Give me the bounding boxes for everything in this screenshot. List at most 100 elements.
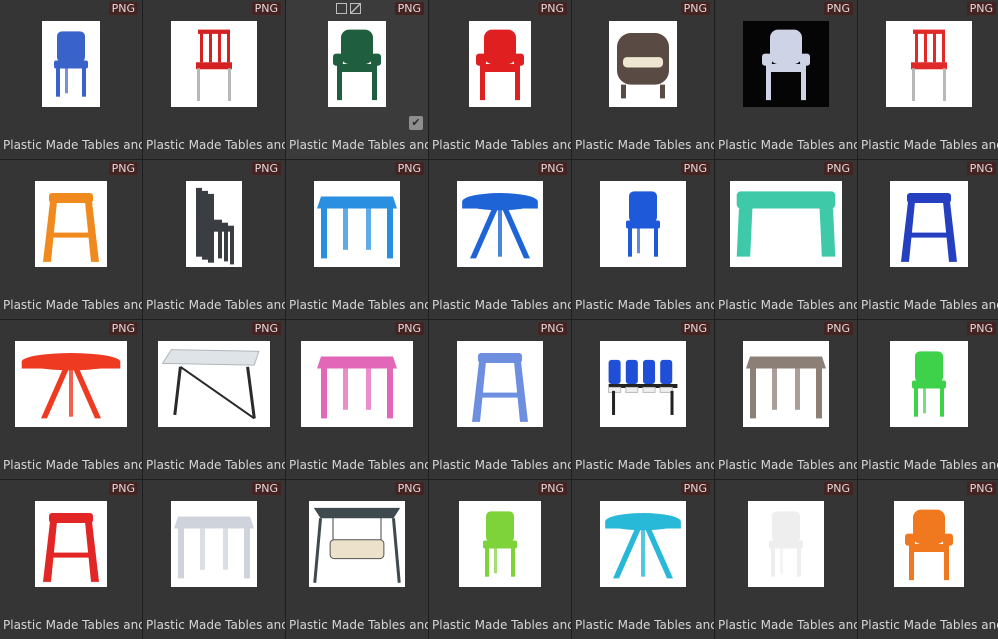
thumbnail-tile[interactable]: PNG Plastic Made Tables and ... bbox=[429, 320, 571, 479]
thumbnail-caption: Plastic Made Tables and ... bbox=[432, 298, 571, 312]
thumbnail-tile[interactable]: PNG Plastic Made Tables and ... bbox=[286, 480, 428, 639]
png-badge: PNG bbox=[680, 322, 710, 335]
thumbnail-image[interactable] bbox=[894, 501, 964, 587]
png-badge: PNG bbox=[966, 482, 996, 495]
thumbnail-caption: Plastic Made Tables and ... bbox=[146, 298, 285, 312]
thumbnail-tile[interactable]: PNG Plastic Made Tables and ... bbox=[715, 480, 857, 639]
thumbnail-image[interactable] bbox=[457, 181, 543, 267]
thumbnail-tile[interactable]: PNG Plastic Made Tables and ... bbox=[0, 480, 142, 639]
thumbnail-image[interactable] bbox=[314, 181, 400, 267]
thumbnail-tile[interactable]: PNG Plastic Made Tables and ... bbox=[572, 0, 714, 159]
thumbnail-tile[interactable]: PNG Plastic Made Tables and ... bbox=[715, 0, 857, 159]
select-checkbox-icon[interactable]: ✔ bbox=[409, 116, 423, 130]
thumbnail-image[interactable] bbox=[158, 341, 270, 427]
thumbnail-caption: Plastic Made Tables and ... bbox=[575, 618, 714, 632]
png-badge: PNG bbox=[537, 482, 567, 495]
thumbnail-tile[interactable]: PNG Plastic Made Tables and ... bbox=[143, 160, 285, 319]
thumbnail-tile[interactable]: PNG Plastic Made Tables and ... bbox=[858, 320, 998, 479]
png-badge: PNG bbox=[108, 2, 138, 15]
png-badge: PNG bbox=[823, 162, 853, 175]
thumbnail-image[interactable] bbox=[890, 181, 968, 267]
thumbnail-image[interactable] bbox=[35, 181, 107, 267]
thumbnail-image[interactable] bbox=[301, 341, 413, 427]
png-badge: PNG bbox=[108, 482, 138, 495]
thumbnail-caption: Plastic Made Tables and ... bbox=[861, 298, 998, 312]
thumbnail-grid: PNG Plastic Made Tables and ...PNG Plast… bbox=[0, 0, 998, 639]
thumbnail-tile[interactable]: PNG Plastic Made Tables and ... bbox=[572, 480, 714, 639]
thumbnail-caption: Plastic Made Tables and ... bbox=[575, 298, 714, 312]
thumbnail-image[interactable] bbox=[743, 341, 829, 427]
thumbnail-image[interactable] bbox=[469, 21, 531, 107]
thumbnail-image[interactable] bbox=[886, 21, 972, 107]
png-badge: PNG bbox=[251, 2, 281, 15]
thumbnail-image[interactable] bbox=[600, 341, 686, 427]
thumbnail-image[interactable] bbox=[730, 181, 842, 267]
thumbnail-tile[interactable]: PNG Plastic Made Tables and ... bbox=[858, 0, 998, 159]
hover-tools bbox=[336, 3, 361, 14]
thumbnail-tile[interactable]: PNG Plastic Made Tables and ... bbox=[0, 160, 142, 319]
thumbnail-image[interactable] bbox=[171, 21, 257, 107]
thumbnail-image[interactable] bbox=[457, 341, 543, 427]
thumbnail-tile[interactable]: PNG Plastic Made Tables and ... bbox=[715, 160, 857, 319]
png-badge: PNG bbox=[823, 2, 853, 15]
thumbnail-caption: Plastic Made Tables and ... bbox=[3, 298, 142, 312]
thumbnail-caption: Plastic Made Tables and ... bbox=[718, 618, 857, 632]
thumbnail-tile[interactable]: PNG Plastic Made Tables and ... bbox=[0, 320, 142, 479]
thumbnail-caption: Plastic Made Tables and ... bbox=[718, 458, 857, 472]
thumbnail-tile[interactable]: PNG Plastic Made Tables and ... ✔ bbox=[286, 0, 428, 159]
thumbnail-caption: Plastic Made Tables and ... bbox=[432, 138, 571, 152]
thumbnail-tile[interactable]: PNG Plastic Made Tables and ... bbox=[286, 320, 428, 479]
png-badge: PNG bbox=[251, 482, 281, 495]
thumbnail-image[interactable] bbox=[890, 341, 968, 427]
png-badge: PNG bbox=[966, 2, 996, 15]
thumbnail-caption: Plastic Made Tables and ... bbox=[146, 138, 285, 152]
thumbnail-caption: Plastic Made Tables and ... bbox=[718, 138, 857, 152]
png-badge: PNG bbox=[966, 322, 996, 335]
png-badge: PNG bbox=[966, 162, 996, 175]
thumbnail-caption: Plastic Made Tables and ... bbox=[289, 138, 428, 152]
png-badge: PNG bbox=[680, 2, 710, 15]
thumbnail-tile[interactable]: PNG Plastic Made Tables and ... bbox=[143, 0, 285, 159]
thumbnail-caption: Plastic Made Tables and ... bbox=[861, 138, 998, 152]
png-badge: PNG bbox=[108, 162, 138, 175]
thumbnail-caption: Plastic Made Tables and ... bbox=[146, 458, 285, 472]
thumbnail-image[interactable] bbox=[600, 181, 686, 267]
thumbnail-tile[interactable]: PNG Plastic Made Tables and ... bbox=[0, 0, 142, 159]
thumbnail-tile[interactable]: PNG Plastic Made Tables and ... bbox=[429, 160, 571, 319]
thumbnail-tile[interactable]: PNG Plastic Made Tables and ... bbox=[143, 480, 285, 639]
thumbnail-image[interactable] bbox=[609, 21, 677, 107]
thumbnail-caption: Plastic Made Tables and ... bbox=[289, 458, 428, 472]
thumbnail-tile[interactable]: PNG Plastic Made Tables and ... bbox=[858, 160, 998, 319]
thumbnail-image[interactable] bbox=[748, 501, 824, 587]
png-badge: PNG bbox=[680, 162, 710, 175]
thumbnail-caption: Plastic Made Tables and ... bbox=[861, 618, 998, 632]
thumbnail-tile[interactable]: PNG Plastic Made Tables and ... bbox=[143, 320, 285, 479]
thumbnail-caption: Plastic Made Tables and ... bbox=[3, 618, 142, 632]
thumbnail-image[interactable] bbox=[459, 501, 541, 587]
thumbnail-image[interactable] bbox=[600, 501, 686, 587]
thumbnail-tile[interactable]: PNG Plastic Made Tables and ... bbox=[715, 320, 857, 479]
thumbnail-image[interactable] bbox=[328, 21, 386, 107]
png-badge: PNG bbox=[537, 322, 567, 335]
thumbnail-caption: Plastic Made Tables and ... bbox=[432, 458, 571, 472]
png-badge: PNG bbox=[537, 162, 567, 175]
thumbnail-tile[interactable]: PNG Plastic Made Tables and ... bbox=[429, 0, 571, 159]
png-badge: PNG bbox=[394, 482, 424, 495]
thumbnail-tile[interactable]: PNG Plastic Made Tables and ... bbox=[858, 480, 998, 639]
thumbnail-image[interactable] bbox=[309, 501, 405, 587]
no-background-icon[interactable] bbox=[350, 3, 361, 14]
thumbnail-tile[interactable]: PNG Plastic Made Tables and ... bbox=[572, 160, 714, 319]
thumbnail-image[interactable] bbox=[743, 21, 829, 107]
thumbnail-tile[interactable]: PNG Plastic Made Tables and ... bbox=[429, 480, 571, 639]
thumbnail-tile[interactable]: PNG Plastic Made Tables and ... bbox=[286, 160, 428, 319]
thumbnail-image[interactable] bbox=[186, 181, 242, 267]
square-icon[interactable] bbox=[336, 3, 347, 14]
thumbnail-image[interactable] bbox=[42, 21, 100, 107]
thumbnail-caption: Plastic Made Tables and ... bbox=[3, 138, 142, 152]
png-badge: PNG bbox=[823, 482, 853, 495]
thumbnail-caption: Plastic Made Tables and ... bbox=[146, 618, 285, 632]
thumbnail-tile[interactable]: PNG Plastic Made Tables and ... bbox=[572, 320, 714, 479]
thumbnail-image[interactable] bbox=[171, 501, 257, 587]
thumbnail-image[interactable] bbox=[15, 341, 127, 427]
thumbnail-image[interactable] bbox=[35, 501, 107, 587]
